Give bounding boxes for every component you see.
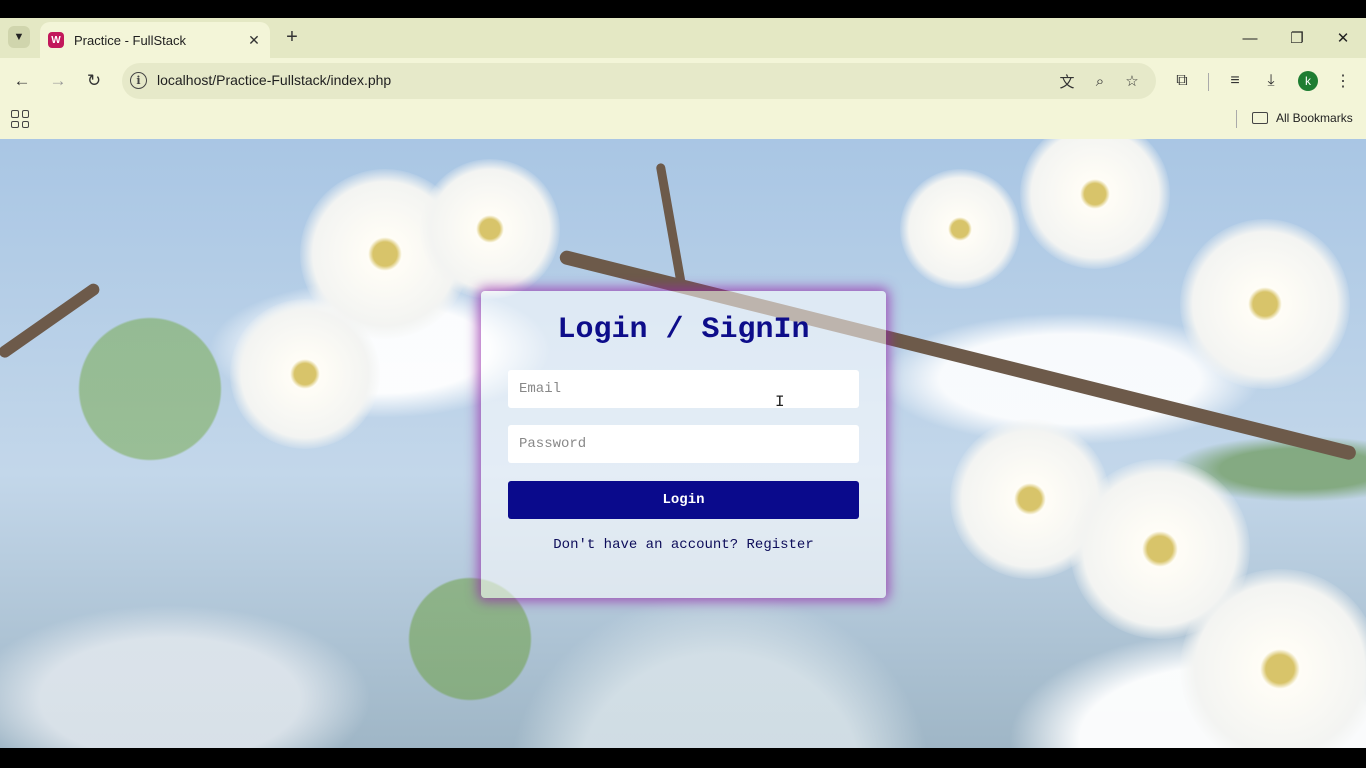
bookmark-star-icon[interactable]: ☆ [1122, 71, 1142, 91]
new-tab-button[interactable]: + [282, 27, 302, 48]
bookmarks-divider [1236, 110, 1237, 128]
all-bookmarks-link[interactable]: All Bookmarks [1276, 111, 1353, 125]
register-prompt-row: Don't have an account? Register [481, 537, 886, 553]
back-icon[interactable]: ← [10, 69, 34, 93]
tab-active[interactable]: W Practice - FullStack ✕ [40, 22, 270, 58]
screen-bottom-border [0, 748, 1366, 768]
apps-grid-icon[interactable] [11, 110, 29, 128]
tab-strip: ▼ W Practice - FullStack ✕ + — ❐ ✕ [0, 18, 1366, 58]
blossom-image [420, 159, 560, 299]
text-cursor-icon: I [775, 393, 785, 411]
page-background: Login / SignIn Login Don't have an accou… [0, 139, 1366, 748]
email-field[interactable] [508, 370, 859, 408]
screen-top-border [0, 0, 1366, 18]
blossom-image [1180, 219, 1350, 389]
blossom-image [1020, 139, 1170, 269]
site-info-icon[interactable]: i [130, 72, 147, 89]
minimize-icon[interactable]: — [1238, 26, 1262, 50]
register-link[interactable]: Register [747, 537, 814, 553]
url-text[interactable]: localhost/Practice-Fullstack/index.php [157, 72, 391, 88]
download-icon[interactable]: ⤓ [1259, 69, 1283, 93]
profile-avatar[interactable]: k [1298, 71, 1318, 91]
zoom-icon[interactable]: ⌕ [1090, 71, 1110, 91]
password-field[interactable] [508, 425, 859, 463]
folder-icon[interactable] [1252, 112, 1268, 124]
blossom-image [900, 169, 1020, 289]
restore-icon[interactable]: ❐ [1285, 26, 1309, 50]
login-title: Login / SignIn [557, 313, 810, 347]
menu-icon[interactable]: ⋮ [1331, 69, 1355, 93]
forward-icon[interactable]: → [46, 69, 70, 93]
window-close-icon[interactable]: ✕ [1331, 26, 1355, 50]
browser-chrome: ▼ W Practice - FullStack ✕ + — ❐ ✕ ← → ↻… [0, 18, 1366, 139]
translate-icon[interactable]: 文 [1057, 71, 1077, 91]
address-bar[interactable]: i localhost/Practice-Fullstack/index.php… [122, 63, 1156, 99]
register-prompt-text: Don't have an account? [553, 537, 739, 553]
login-button[interactable]: Login [508, 481, 859, 519]
login-card: Login / SignIn Login Don't have an accou… [481, 291, 886, 598]
toolbar-divider [1208, 73, 1209, 91]
tab-title: Practice - FullStack [74, 32, 186, 48]
reload-icon[interactable]: ↻ [82, 69, 106, 93]
tab-search-button[interactable]: ▼ [8, 26, 30, 48]
blossom-image [230, 299, 380, 449]
media-control-icon[interactable]: ≡ [1223, 69, 1247, 93]
chevron-down-icon: ▼ [13, 31, 25, 43]
favicon-icon: W [48, 32, 64, 48]
close-icon[interactable]: ✕ [246, 32, 262, 48]
branch-image [0, 281, 102, 360]
extensions-icon[interactable]: ⧉ [1170, 69, 1194, 93]
